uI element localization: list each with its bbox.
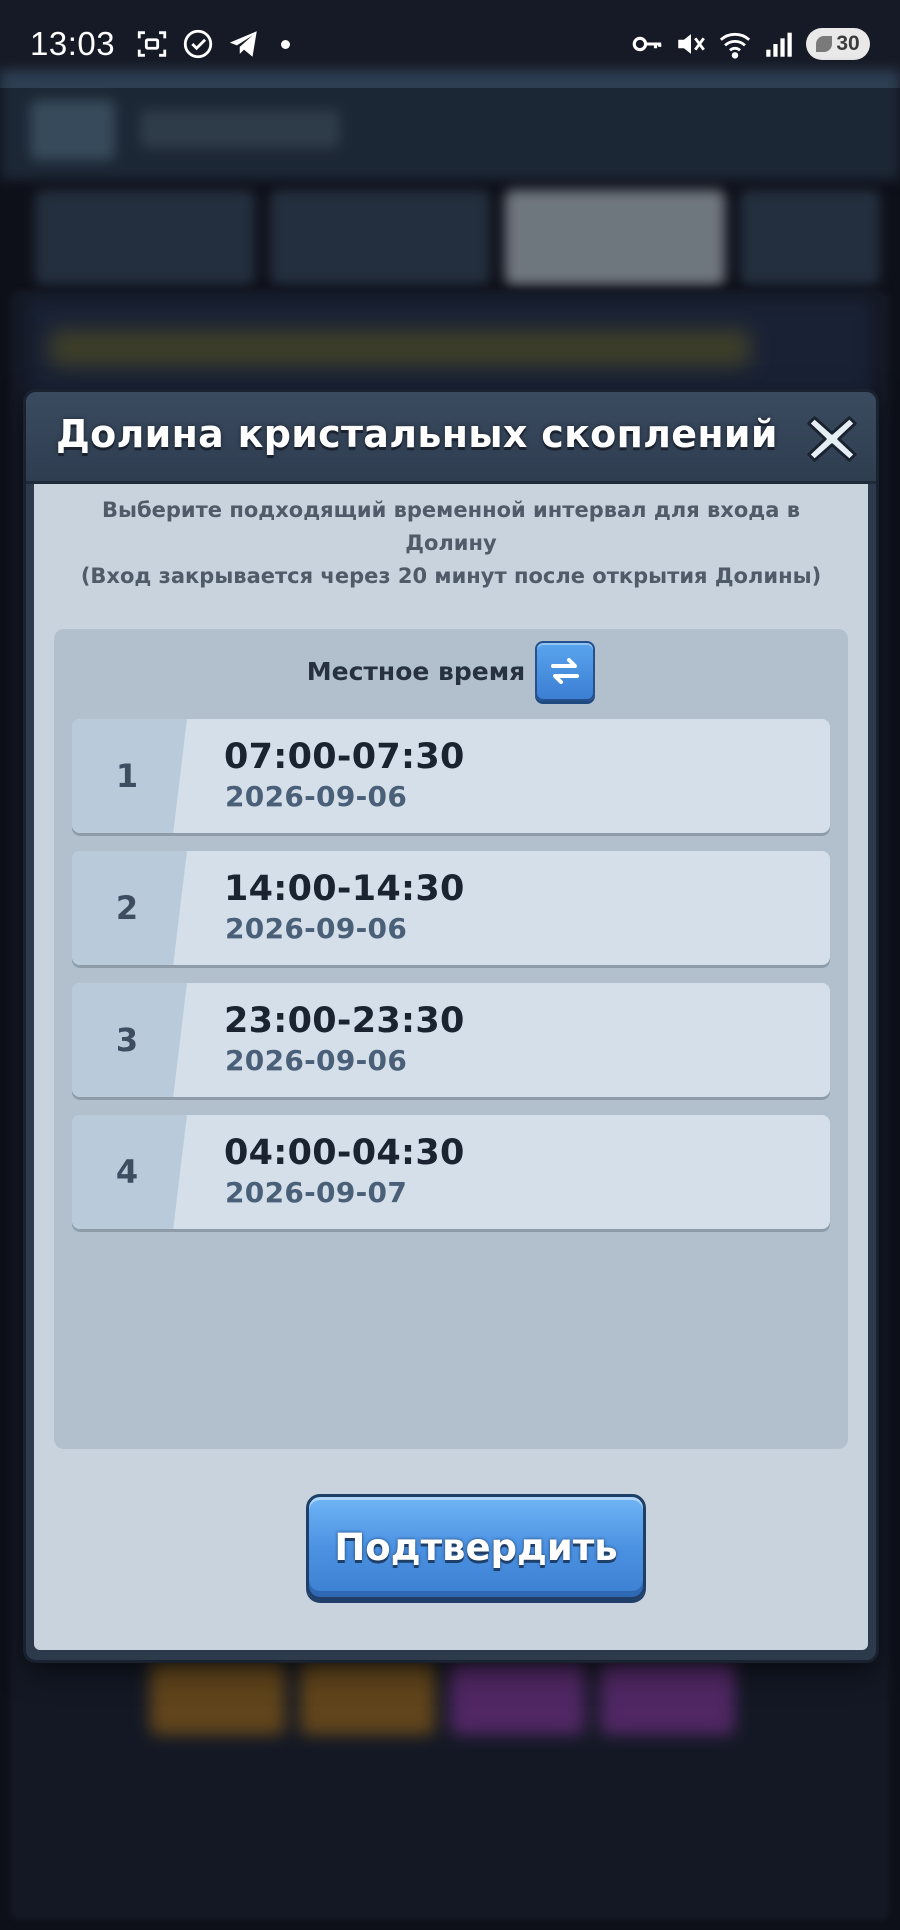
slot-number: 4 — [115, 1153, 139, 1191]
slot-number: 2 — [115, 889, 139, 927]
dialog-title: Долина кристальных скоплений — [56, 412, 778, 456]
slot-time: 07:00-07:30 — [224, 737, 465, 777]
slot-number: 3 — [115, 1021, 139, 1059]
check-circle-icon — [183, 29, 213, 59]
slot-date: 2026-09-06 — [225, 1044, 408, 1077]
time-slot-dialog: Долина кристальных скоплений Выберите по… — [26, 392, 876, 1660]
key-icon — [632, 36, 662, 52]
time-slot-4[interactable]: 4 04:00-04:30 2026-09-07 — [72, 1115, 830, 1229]
slot-number: 1 — [115, 757, 139, 795]
time-slot-3[interactable]: 3 23:00-23:30 2026-09-06 — [72, 983, 830, 1097]
battery-indicator: 30 — [806, 28, 870, 60]
telegram-icon — [229, 31, 257, 57]
notification-dot-icon — [281, 39, 291, 49]
dialog-header: Долина кристальных скоплений — [26, 392, 876, 484]
status-time: 13:03 — [30, 25, 116, 62]
slot-time: 23:00-23:30 — [224, 1001, 465, 1041]
close-button[interactable] — [801, 408, 863, 470]
slot-time: 14:00-14:30 — [224, 869, 465, 909]
confirm-button-label: Подтвердить — [334, 1525, 618, 1569]
instruction-line: Долину — [405, 531, 497, 555]
screenshot-icon — [137, 31, 167, 57]
slot-date: 2026-09-06 — [225, 912, 408, 945]
close-icon — [807, 416, 857, 462]
timezone-label: Местное время — [306, 656, 526, 686]
slot-date: 2026-09-06 — [225, 780, 408, 813]
dialog-body: Выберите подходящий временной интервал д… — [34, 484, 868, 1650]
battery-saver-icon — [816, 36, 833, 52]
cell-signal-icon — [766, 32, 792, 57]
battery-level: 30 — [836, 32, 860, 55]
slot-time: 04:00-04:30 — [224, 1133, 465, 1173]
slot-date: 2026-09-07 — [225, 1176, 408, 1209]
timezone-swap-button[interactable] — [535, 641, 596, 701]
timezone-row: Местное время — [54, 639, 848, 703]
instruction-text: Выберите подходящий временной интервал д… — [54, 494, 848, 593]
confirm-button[interactable]: Подтвердить — [306, 1494, 646, 1600]
swap-arrows-icon — [551, 658, 580, 684]
instruction-line: Выберите подходящий временной интервал д… — [101, 498, 801, 522]
time-slot-2[interactable]: 2 14:00-14:30 2026-09-06 — [72, 851, 830, 965]
wifi-icon — [719, 32, 751, 59]
notification-icons — [135, 27, 291, 61]
system-icons: 30 — [630, 27, 870, 61]
time-slot-1[interactable]: 1 07:00-07:30 2026-09-06 — [72, 719, 830, 833]
time-slots-panel: Местное время 1 07:00-07:30 2026-09-06 2… — [54, 629, 848, 1449]
mute-icon — [678, 34, 705, 54]
instruction-line: (Вход закрывается через 20 минут после о… — [80, 564, 822, 588]
